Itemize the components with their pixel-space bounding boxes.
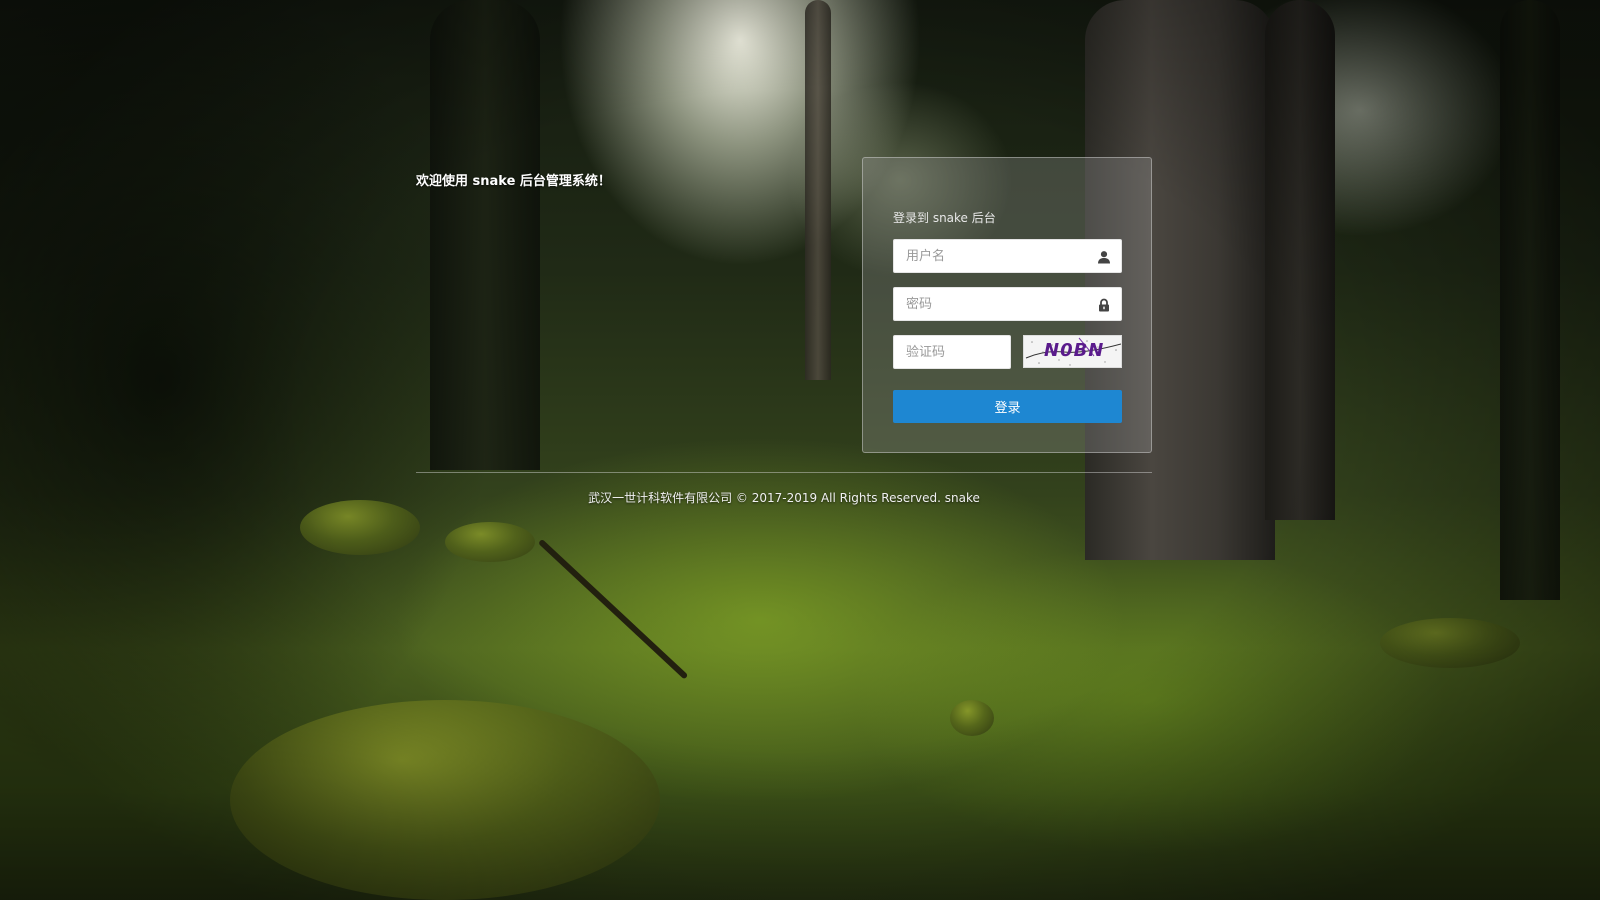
login-button[interactable]: 登录 bbox=[893, 390, 1122, 423]
footer-divider bbox=[416, 472, 1152, 473]
captcha-input[interactable] bbox=[894, 336, 1010, 368]
password-field[interactable] bbox=[893, 287, 1122, 321]
username-field[interactable] bbox=[893, 239, 1122, 273]
login-heading: 登录到 snake 后台 bbox=[893, 211, 996, 225]
forest-background-image bbox=[0, 0, 1600, 900]
username-input[interactable] bbox=[894, 240, 1121, 272]
captcha-field[interactable] bbox=[893, 335, 1011, 369]
welcome-title: 欢迎使用 snake 后台管理系统！ bbox=[416, 174, 611, 189]
captcha-text: N0BN bbox=[1044, 340, 1105, 361]
user-icon bbox=[1097, 249, 1111, 264]
login-panel: 登录到 snake 后台 用户名 验证码 N0BN 登录 bbox=[862, 157, 1152, 453]
password-input[interactable] bbox=[894, 288, 1121, 320]
lock-icon bbox=[1097, 297, 1111, 312]
captcha-image[interactable]: N0BN bbox=[1023, 335, 1122, 368]
copyright-text: 武汉一世计科软件有限公司 © 2017-2019 All Rights Rese… bbox=[588, 491, 980, 505]
